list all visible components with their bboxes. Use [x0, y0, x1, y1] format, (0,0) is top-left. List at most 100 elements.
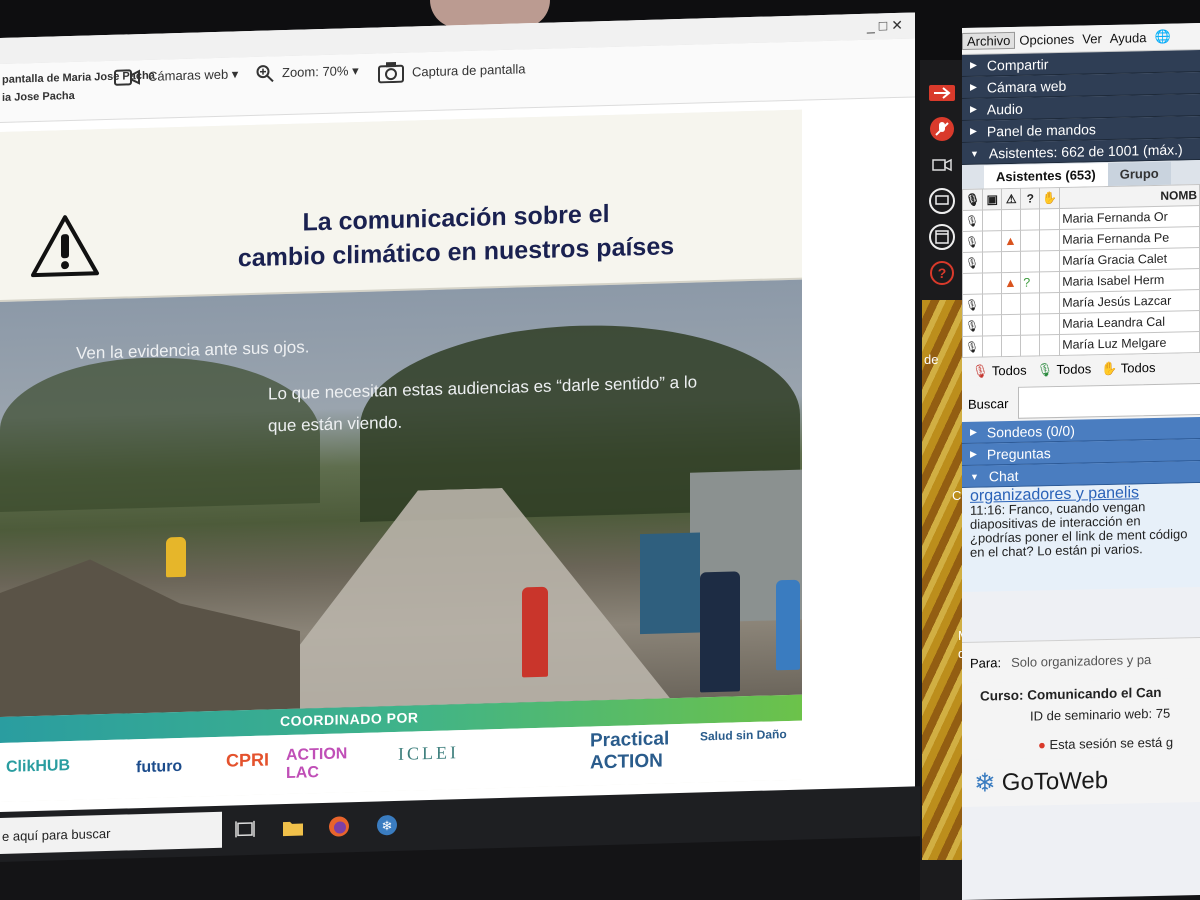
collapse-arrow-button[interactable]	[926, 80, 958, 106]
gotowebinar-icon: ❄	[377, 815, 397, 836]
attendee-tabs: Asistentes (653) Grupo	[962, 160, 1200, 189]
photo-muddy-road	[250, 483, 670, 710]
brand-name: GoToWeb	[1001, 766, 1109, 796]
menu-opciones[interactable]: Opciones	[1015, 31, 1078, 47]
menu-archivo[interactable]: Archivo	[962, 31, 1016, 50]
unmute-all-label: Todos	[1056, 361, 1092, 378]
shared-slide: La comunicación sobre el cambio climátic…	[0, 109, 802, 802]
mute-all-button[interactable]: 🎙 Todos	[972, 363, 1027, 380]
warning-icon: ▲	[1001, 272, 1021, 294]
attendee-name: María Gracia Calet	[1059, 247, 1200, 272]
webcam-column-icon[interactable]: ▣	[982, 188, 1002, 211]
lower-hands-label: Todos	[1120, 359, 1156, 376]
menu-ayuda[interactable]: Ayuda	[1106, 30, 1151, 46]
screen-share-button[interactable]	[926, 188, 958, 214]
gotowebinar-logo: ❄ GoToWeb	[962, 755, 1200, 807]
recording-dot-icon: ●	[1038, 737, 1046, 753]
screen-viewer-window: _□✕ pantalla de Maria Jose Pacha ia Jose…	[0, 12, 915, 859]
section-share-label: Compartir	[986, 55, 1049, 73]
snowflake-logo-icon: ❄	[974, 767, 996, 798]
photo-rubble	[0, 554, 300, 717]
logo-practical-action: Practical ACTION	[590, 728, 670, 774]
expand-triangle-icon: ▶	[970, 448, 977, 459]
tab-groups[interactable]: Grupo	[1107, 161, 1171, 186]
photo-person	[522, 586, 548, 678]
expand-triangle-icon: ▶	[970, 59, 977, 70]
section-webcam-label: Cámara web	[986, 77, 1067, 95]
file-explorer-button[interactable]	[280, 815, 306, 840]
expand-triangle-icon: ▶	[970, 125, 977, 136]
session-info: Curso: Comunicando el Can ID de seminari…	[962, 678, 1200, 760]
window-icon	[929, 224, 955, 250]
search-label: Buscar	[968, 395, 1009, 412]
menu-ver[interactable]: Ver	[1078, 30, 1106, 46]
logo-iclei: ICLEI	[398, 742, 459, 764]
attendee-name: Maria Fernanda Or	[1059, 205, 1200, 230]
webcams-dropdown[interactable]: Cámaras web ▾	[114, 65, 238, 86]
folder-icon	[283, 821, 303, 837]
hand-column-icon[interactable]: ✋	[1039, 187, 1060, 209]
mute-button[interactable]	[926, 116, 958, 142]
gotowebinar-control-panel: Archivo Opciones Ver Ayuda 🌐 ▶ Compartir …	[962, 23, 1200, 900]
name-column-header[interactable]: NOMB	[1059, 184, 1200, 209]
section-questions-label: Preguntas	[986, 444, 1051, 462]
task-view-icon	[235, 820, 255, 838]
tab-attendees[interactable]: Asistentes (653)	[984, 162, 1108, 189]
attendee-name: María Jesús Lazcar	[1059, 289, 1200, 314]
expand-triangle-icon: ▶	[970, 81, 977, 92]
gotowebinar-taskbar-button[interactable]: ❄	[374, 813, 400, 838]
attendee-name: María Luz Melgare	[1059, 331, 1200, 356]
help-button[interactable]: ?	[926, 260, 958, 286]
taskbar-search-box[interactable]: e aquí para buscar	[0, 811, 222, 854]
section-dashboard-label: Panel de mandos	[986, 120, 1096, 139]
hand-icon: ✋	[1101, 360, 1118, 377]
task-view-button[interactable]	[232, 817, 258, 842]
recipient-select[interactable]: Solo organizadores y pa	[1011, 652, 1151, 670]
logo-salud-sin-dano: Salud sin Daño	[700, 727, 787, 744]
webcam-button[interactable]	[926, 152, 958, 178]
attendee-name: Maria Fernanda Pe	[1059, 226, 1200, 251]
warning-triangle-icon	[31, 215, 99, 278]
attendee-name: Maria Leandra Cal	[1059, 310, 1200, 335]
muted-mic-icon: 🎙	[962, 294, 983, 316]
firefox-icon	[329, 816, 349, 837]
zoom-label: Zoom: 70% ▾	[282, 62, 359, 81]
screenshot-label: Captura de pantalla	[412, 60, 526, 79]
mic-column-icon[interactable]: 🎙	[962, 189, 983, 211]
expand-triangle-icon: ▶	[970, 426, 977, 437]
to-label: Para:	[970, 654, 1002, 671]
section-chat-label: Chat	[988, 467, 1019, 484]
chat-log[interactable]: organizadores y panelis 11:16: Franco, c…	[962, 483, 1200, 592]
collapse-triangle-icon: ▼	[970, 148, 979, 159]
photo-blue-door	[640, 532, 700, 635]
zoom-dropdown[interactable]: Zoom: 70% ▾	[256, 62, 359, 83]
screenshot-button[interactable]: Captura de pantalla	[378, 57, 526, 84]
svg-text:?: ?	[938, 265, 947, 281]
photo-person	[776, 579, 800, 671]
search-row: Buscar	[962, 381, 1200, 422]
chat-recipient-row: Para: Solo organizadores y pa	[962, 637, 1200, 683]
logo-clikhub: ClikHUB	[6, 757, 71, 776]
course-title: Curso: Comunicando el Can	[980, 684, 1162, 704]
screen-share-icon	[929, 188, 955, 214]
section-attendees-label: Asistentes: 662 de 1001 (máx.)	[988, 140, 1183, 161]
presenter-name-sub: ia Jose Pacha	[2, 89, 75, 104]
logo-futuro: futuro	[136, 757, 183, 777]
globe-icon[interactable]: 🌐	[1150, 29, 1174, 46]
firefox-button[interactable]	[326, 814, 352, 839]
zoom-icon	[256, 65, 274, 83]
question-column-icon[interactable]: ?	[1020, 187, 1040, 210]
window-controls[interactable]: _□✕	[867, 17, 907, 35]
unmute-all-button[interactable]: 🎙 Todos	[1037, 361, 1092, 378]
window-button[interactable]	[926, 224, 958, 250]
warning-icon: ▲	[1001, 230, 1021, 252]
muted-mic-icon: 🎙	[962, 252, 983, 274]
collapse-triangle-icon: ▼	[970, 471, 979, 482]
warning-column-icon[interactable]: ⚠	[1001, 188, 1021, 210]
search-input[interactable]	[1018, 382, 1200, 419]
recording-status-text: Esta sesión se está g	[1049, 734, 1174, 753]
slide-text-audiences: Lo que necesitan estas audiencias es “da…	[268, 372, 698, 436]
slide-text-evidence: Ven la evidencia ante sus ojos.	[76, 337, 310, 363]
lower-hands-button[interactable]: ✋ Todos	[1101, 360, 1155, 377]
attendee-name: Maria Isabel Herm	[1059, 268, 1200, 293]
